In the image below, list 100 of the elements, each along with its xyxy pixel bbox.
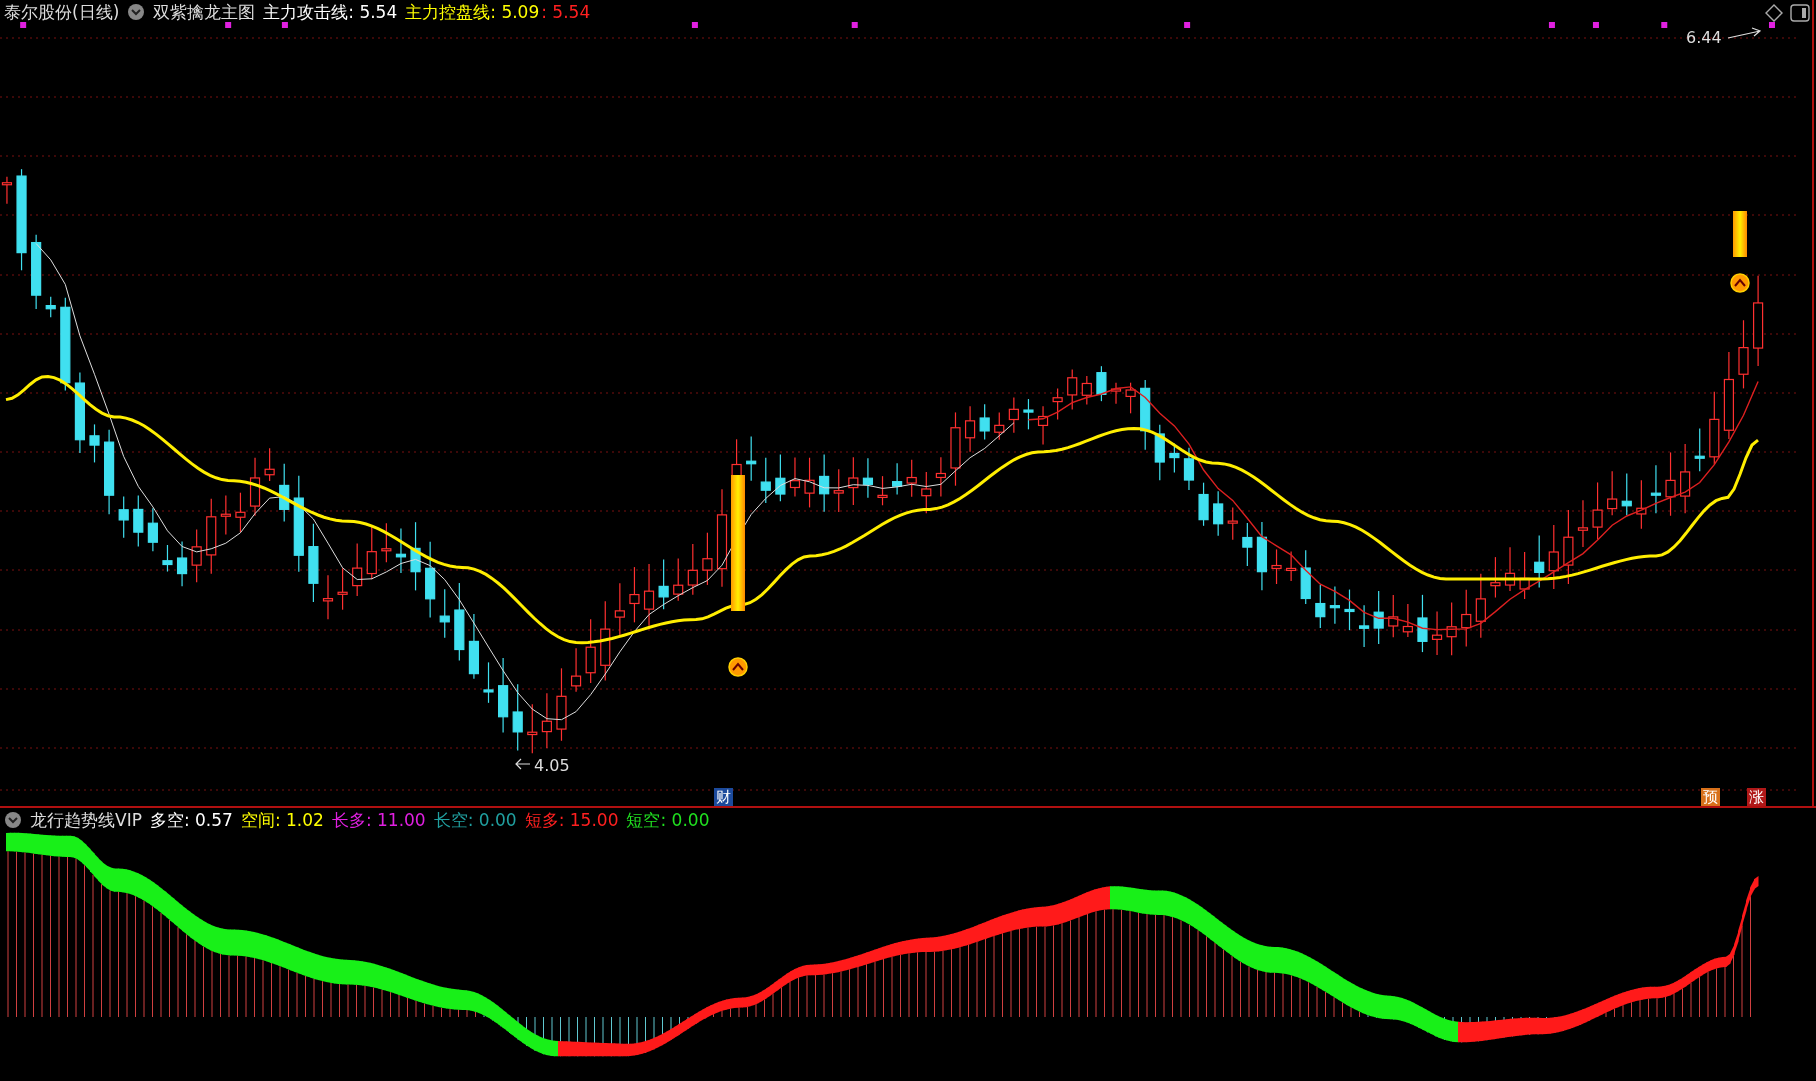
candlestick (1592, 481, 1603, 541)
candlestick (614, 582, 625, 637)
candlestick (1680, 443, 1691, 514)
candlestick (395, 527, 407, 574)
indicator-reading: 长多: 11.00 (331, 809, 426, 832)
candlestick (760, 457, 771, 504)
candlestick (979, 403, 990, 441)
event-marker[interactable]: 涨 (1747, 788, 1766, 806)
candlestick (235, 492, 246, 533)
candlestick (1242, 522, 1253, 567)
candlestick (133, 494, 144, 548)
candlestick (1431, 610, 1443, 656)
candlestick (89, 423, 100, 464)
arrow-icon (1727, 27, 1762, 39)
candlestick (585, 618, 596, 684)
candlestick (439, 588, 450, 639)
candlestick (658, 558, 669, 610)
candlestick (541, 692, 552, 749)
candlestick (1315, 584, 1326, 629)
candlestick (819, 453, 830, 513)
signal-bar (1733, 211, 1747, 257)
dropdown-icon[interactable] (127, 3, 146, 21)
candlestick (147, 507, 158, 552)
candlestick (1607, 470, 1618, 516)
indicator-name[interactable]: 龙行趋势线VIP (30, 808, 142, 832)
candlestick (1519, 551, 1530, 600)
candlestick (833, 468, 844, 513)
indicator-reading: 空间: 1.02 (240, 809, 324, 832)
indicator-reading: 短空: 0.00 (626, 809, 710, 832)
candlestick (1154, 424, 1165, 481)
candlestick (848, 456, 859, 506)
candlestick (1, 176, 13, 205)
candlestick (673, 557, 684, 602)
candlestick (1475, 573, 1486, 639)
candlestick (1490, 556, 1501, 599)
candlestick (1183, 447, 1195, 491)
indicator-reading: 短多: 15.00 (524, 809, 619, 832)
candlestick (1621, 472, 1632, 516)
indicator-reading: 多空: 0.57 (149, 809, 233, 832)
candlestick (1738, 319, 1749, 389)
candlestick (1446, 601, 1457, 656)
candlestick (322, 574, 334, 620)
candlestick (921, 471, 932, 514)
candlestick (337, 567, 348, 611)
candlestick (789, 456, 801, 498)
indicator-reading: 主力攻击线: 5.54 (263, 1, 398, 24)
candlestick (249, 457, 261, 517)
dropdown-icon[interactable] (4, 811, 22, 829)
candlestick (468, 613, 480, 680)
price-label: 4.05 (534, 756, 570, 775)
candlestick (264, 447, 275, 482)
candlestick (877, 475, 888, 506)
candlestick (702, 532, 713, 586)
candlestick (1081, 375, 1092, 406)
candlestick (366, 526, 377, 580)
candlestick (892, 462, 903, 496)
candlestick (1286, 550, 1297, 582)
candlestick (804, 457, 815, 509)
price-label: 6.44 (1686, 28, 1722, 47)
candlestick (162, 544, 173, 573)
candlestick (643, 563, 655, 627)
indicator-reading: 长空: 0.00 (433, 809, 517, 832)
candlestick (1548, 524, 1559, 590)
candlestick (1359, 604, 1370, 648)
candlestick (687, 543, 698, 596)
candlestick (1096, 365, 1107, 402)
candlestick (1198, 482, 1209, 527)
candlestick (1300, 549, 1311, 605)
candlestick (1008, 396, 1019, 434)
candlestick (994, 412, 1005, 441)
diamond-icon[interactable] (1765, 4, 1783, 22)
candlestick (220, 494, 231, 536)
candlestick (775, 453, 786, 502)
indicator-name[interactable]: 双紫擒龙主图 (153, 0, 256, 24)
candlestick (1140, 379, 1151, 451)
candlestick (118, 496, 129, 539)
candlestick (1694, 427, 1705, 472)
candlestick (512, 683, 523, 751)
candlestick (1417, 594, 1428, 653)
candlestick (906, 459, 917, 498)
candlestick (1213, 490, 1224, 537)
candlestick (483, 661, 494, 704)
candlestick (570, 647, 582, 693)
candlestick (965, 405, 976, 453)
event-marker[interactable]: 财 (714, 788, 733, 806)
candlestick (629, 566, 640, 623)
candlestick (862, 457, 874, 499)
candlestick (527, 703, 538, 754)
candlestick (1402, 603, 1413, 638)
candlestick (746, 435, 757, 482)
candlestick (176, 540, 188, 587)
candlestick (1665, 451, 1676, 517)
arrow-icon (515, 758, 531, 770)
candlestick (279, 463, 290, 523)
candlestick (1067, 368, 1078, 411)
candlestick (1373, 590, 1384, 645)
candlestick (1504, 546, 1516, 592)
candlestick (1271, 548, 1282, 585)
candlestick (1052, 387, 1063, 421)
panel-toggle-icon[interactable] (1790, 4, 1810, 22)
